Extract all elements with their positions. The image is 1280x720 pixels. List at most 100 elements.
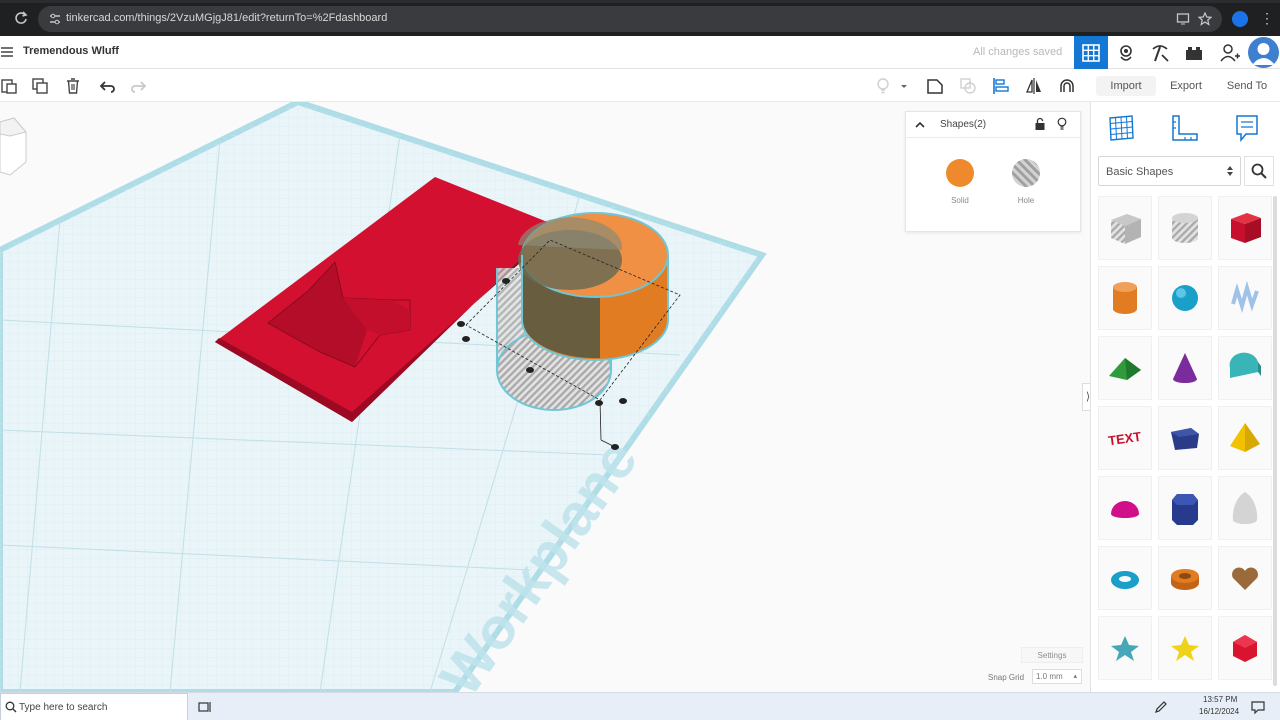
shape-torus[interactable] (1098, 546, 1152, 610)
redo-icon[interactable] (130, 77, 148, 95)
solid-color-swatch[interactable] (946, 159, 974, 187)
save-status: All changes saved (973, 46, 1063, 58)
shape-star-teal[interactable] (1098, 616, 1152, 680)
shape-search-button[interactable] (1244, 156, 1274, 186)
select-arrows-icon (1227, 166, 1233, 176)
shape-heart[interactable] (1218, 546, 1272, 610)
shape-scribble[interactable] (1218, 266, 1272, 330)
settings-button[interactable]: Settings (1021, 647, 1083, 663)
shape-half-sphere[interactable] (1098, 476, 1152, 540)
view-cube[interactable] (0, 117, 27, 176)
roof-icon (1109, 358, 1141, 380)
grid-icon (1082, 43, 1100, 62)
shape-category-select[interactable]: Basic Shapes (1098, 156, 1241, 186)
notes-icon[interactable] (1231, 112, 1263, 144)
resize-handle[interactable] (595, 400, 603, 406)
bookmark-star-icon[interactable] (1198, 12, 1212, 26)
shape-paraboloid[interactable] (1218, 476, 1272, 540)
import-button[interactable]: Import (1096, 76, 1156, 96)
hole-swatch[interactable] (1012, 159, 1040, 187)
taskbar-search-placeholder: Type here to search (19, 702, 108, 713)
task-view-icon[interactable] (198, 700, 212, 714)
height-handle[interactable] (611, 444, 619, 450)
3d-view-button[interactable] (1074, 36, 1108, 69)
shape-cone[interactable] (1158, 336, 1212, 400)
shape-tube[interactable] (1158, 546, 1212, 610)
cruise-icon[interactable] (1058, 77, 1076, 95)
dropdown-arrow-icon: ▴ (1073, 673, 1077, 680)
orange-cylinder-shape[interactable] (518, 212, 669, 361)
shape-cylinder[interactable] (1098, 266, 1152, 330)
invite-button[interactable] (1213, 36, 1247, 69)
site-settings-icon[interactable] (48, 12, 62, 26)
tab-strip (0, 0, 1280, 3)
light-bulb-icon[interactable] (1056, 117, 1068, 131)
export-button[interactable]: Export (1157, 76, 1215, 96)
shape-roof[interactable] (1098, 336, 1152, 400)
url-text[interactable]: tinkercad.com/things/2VzuMGjgJ81/edit?re… (66, 12, 387, 24)
workplane-grid-icon[interactable] (1105, 112, 1137, 144)
shape-text[interactable]: TEXT (1098, 406, 1152, 470)
text-icon: TEXT (1107, 429, 1142, 448)
shape-pyramid[interactable] (1218, 406, 1272, 470)
align-icon[interactable] (992, 77, 1010, 95)
shape-round-roof[interactable] (1218, 336, 1272, 400)
address-bar[interactable]: tinkercad.com/things/2VzuMGjgJ81/edit?re… (38, 6, 1222, 32)
clock-date[interactable]: 16/12/2024 (1199, 707, 1239, 716)
workplane[interactable]: Workplane (0, 102, 767, 692)
shape-star-yellow[interactable] (1158, 616, 1212, 680)
undo-icon[interactable] (98, 77, 116, 95)
chevron-up-icon[interactable] (914, 119, 926, 131)
bricks-button[interactable] (1177, 36, 1211, 69)
resize-handle[interactable] (619, 398, 627, 404)
note-shape-icon[interactable] (926, 77, 944, 95)
pickaxe-icon (1152, 44, 1169, 62)
search-icon (5, 701, 17, 713)
box-icon (1231, 213, 1261, 243)
mirror-icon[interactable] (1025, 77, 1043, 95)
round-roof-icon (1229, 352, 1261, 378)
light-bulb-icon[interactable] (874, 77, 892, 95)
taskbar: Type here to search 13:57 PM 16/12/2024 (0, 692, 1280, 720)
paste-icon[interactable] (0, 77, 18, 95)
menu-icon[interactable] (0, 45, 14, 59)
dropdown-arrow-icon[interactable] (899, 77, 909, 95)
shape-box-hole[interactable] (1098, 196, 1152, 260)
notification-icon[interactable] (1251, 700, 1265, 714)
install-app-icon[interactable] (1176, 12, 1190, 26)
shape-half-box[interactable] (1158, 406, 1212, 470)
profile-icon[interactable] (1232, 11, 1248, 27)
reload-icon[interactable] (14, 11, 28, 25)
shape-icosahedron[interactable] (1218, 616, 1272, 680)
box-hole-icon (1111, 214, 1141, 244)
half-box-icon (1171, 428, 1199, 450)
resize-handle[interactable] (526, 367, 534, 373)
delete-icon[interactable] (64, 77, 82, 95)
resize-handle[interactable] (502, 278, 510, 284)
shape-cylinder-hole[interactable] (1158, 196, 1212, 260)
clock-time[interactable]: 13:57 PM (1203, 695, 1237, 704)
lock-icon[interactable] (1034, 117, 1046, 131)
library-scrollbar[interactable] (1273, 196, 1277, 686)
shape-polygon[interactable] (1158, 476, 1212, 540)
design-title[interactable]: Tremendous Wluff (23, 45, 119, 57)
snap-grid-label: Snap Grid (988, 673, 1025, 682)
send-to-button[interactable]: Send To (1216, 76, 1278, 96)
build-button[interactable] (1143, 36, 1177, 69)
shape-sphere[interactable] (1158, 266, 1212, 330)
star-icon (1111, 636, 1139, 661)
snap-grid-select[interactable]: 1.0 mm ▴ (1032, 669, 1082, 684)
duplicate-icon[interactable] (31, 77, 49, 95)
cylinder-hole-icon (1172, 213, 1198, 243)
browser-bar: tinkercad.com/things/2VzuMGjgJ81/edit?re… (0, 0, 1280, 36)
resize-handle[interactable] (462, 336, 470, 342)
resize-handle[interactable] (457, 321, 465, 327)
avatar[interactable] (1248, 37, 1279, 68)
pen-icon[interactable] (1154, 700, 1168, 714)
ruler-icon[interactable] (1169, 112, 1201, 144)
taskbar-search[interactable]: Type here to search (0, 693, 188, 720)
blocks-button[interactable] (1109, 36, 1143, 69)
menu-dots-icon[interactable]: ⋮ (1260, 10, 1274, 26)
shape-box[interactable] (1218, 196, 1272, 260)
group-icon[interactable] (959, 77, 977, 95)
